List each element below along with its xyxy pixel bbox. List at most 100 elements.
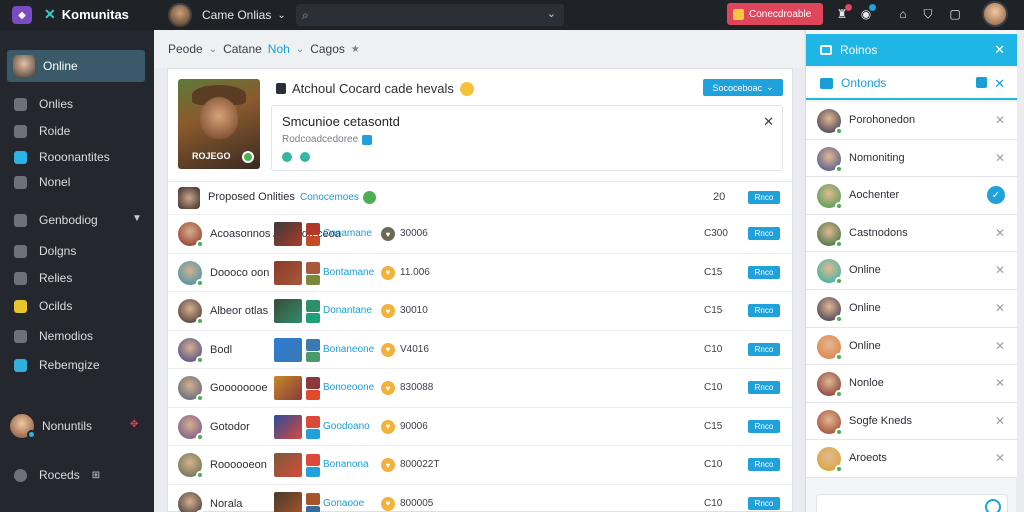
brand-logo-icon: ✕ [44,6,56,22]
game-thumbnail[interactable] [274,337,302,362]
sidebar-item-8[interactable]: Nemodios [14,329,93,343]
pill-button[interactable]: Rnco [748,265,780,279]
close-icon[interactable]: ✕ [763,114,774,130]
list-header-sub[interactable]: Conocemoes [300,191,376,204]
friends-panel-input[interactable] [816,494,1008,512]
lock-icon[interactable] [976,77,987,88]
user-avatar[interactable] [982,1,1008,27]
friend-item[interactable]: Aroeots ✕ [806,440,1017,478]
link-icon[interactable] [300,152,310,162]
friend-item[interactable]: Online ✕ [806,290,1017,328]
sidebar-item-1[interactable]: Roide [14,124,70,138]
close-icon[interactable]: ✕ [995,113,1005,127]
game-cover-image[interactable]: ROJEGO [178,79,260,169]
close-icon[interactable]: ✕ [994,42,1005,58]
friend-item[interactable]: Sogfe Kneds ✕ [806,402,1017,441]
check-circle-icon[interactable] [985,499,1001,512]
top-bar: ◆ ✕ Komunitas Came Onlias ⌄ ⌕ ⌄ Conecdro… [0,0,1024,30]
game-thumbnail[interactable] [274,222,302,246]
friend-item[interactable]: Castnodons ✕ [806,214,1017,253]
notification-icon[interactable]: ◉ [858,4,876,22]
friend-item[interactable]: Nonloe ✕ [806,365,1017,403]
game-thumbnail[interactable] [274,453,302,477]
breadcrumb-item[interactable]: Cagos [310,42,345,56]
sidebar-item-7[interactable]: Ocilds [14,299,72,313]
close-icon[interactable]: ✕ [995,226,1005,240]
close-icon[interactable]: ✕ [995,263,1005,277]
close-icon[interactable]: ✕ [995,414,1005,428]
heart-icon: ♥ [381,381,395,395]
game-avatar[interactable] [168,3,192,27]
sidebar-user[interactable]: Nonuntils ✥ [10,414,138,439]
game-name-link[interactable]: Gonaooe [323,498,364,509]
chevron-down-icon[interactable]: ⌄ [547,7,556,20]
pill-button[interactable]: Rnco [748,191,780,204]
sidebar-item-9[interactable]: Rebemgize [14,358,100,372]
search-input[interactable]: ⌕ ⌄ [296,4,564,26]
game-name-link[interactable]: Bonanona [323,459,369,470]
close-icon[interactable]: ✕ [995,151,1005,165]
game-name-link[interactable]: Bonaneone [323,344,374,355]
game-select[interactable]: Came Onlias ⌄ [202,8,286,22]
game-thumbnail[interactable] [274,491,302,512]
list-item[interactable]: Bodl Bonaneone ♥ V4016 C10 Rnco [168,329,792,369]
pill-button[interactable]: Rnco [748,496,780,510]
shield-icon[interactable]: ⛉ [920,6,936,22]
lock-icon [14,124,27,138]
sidebar-item-5[interactable]: Dolgns [14,244,76,258]
hero-action-button[interactable]: Sococeboac ⌄ [703,79,783,96]
game-name-link[interactable]: Goodoano [323,421,370,432]
game-thumbnail[interactable] [274,260,302,285]
sidebar-item-4[interactable]: Genbodiog ▼ [14,213,142,227]
sidebar-item-0[interactable]: Onlies [14,97,73,111]
sidebar-footer-item[interactable]: Roceds ⊞ [14,468,100,482]
friend-item[interactable]: Porohonedon ✕ [806,102,1017,140]
friend-item[interactable]: Aochenter ✓ [806,177,1017,215]
pill-button[interactable]: Rnco [748,227,780,240]
game-name-link[interactable]: Conamane [323,228,372,239]
close-icon[interactable]: ✕ [995,376,1005,390]
breadcrumb-item[interactable]: Catane [223,42,262,56]
close-icon[interactable]: ✕ [995,339,1005,353]
game-thumbnail[interactable] [274,414,302,439]
game-thumbnail[interactable] [274,376,302,400]
sidebar-item-2[interactable]: Rooonantites [14,150,110,164]
game-thumbnail[interactable] [274,299,302,323]
pill-button[interactable]: Rnco [748,304,780,317]
pill-button[interactable]: Rnco [748,342,780,356]
game-controller-icon[interactable]: ✥ [130,419,138,430]
sidebar-item-6[interactable]: Relies [14,271,72,285]
brand[interactable]: ✕ Komunitas [44,6,129,23]
list-item[interactable]: Albeor otlas Donantane ♥ 30010 C15 Rnco [168,291,792,330]
list-item[interactable]: Norala Gonaooe ♥ 800005 C10 Rnco [168,483,792,512]
close-icon[interactable]: ✕ [995,451,1005,465]
check-icon[interactable]: ✓ [987,186,1005,205]
star-icon[interactable]: ★ [351,44,360,55]
breadcrumb-item-active[interactable]: Noh [268,42,290,56]
friend-item[interactable]: Nomoniting ✕ [806,139,1017,178]
pill-button[interactable]: Rnco [748,381,780,394]
list-item[interactable]: Roooooeon Bonanona ♥ 800022T C10 Rnco [168,445,792,484]
app-icon[interactable]: ◆ [12,6,32,24]
pill-button[interactable]: Rnco [748,419,780,433]
sidebar-item-3[interactable]: Nonel [14,175,70,189]
bell-icon[interactable]: ♜ [834,4,852,22]
game-name-link[interactable]: Bontamane [323,267,374,278]
share-icon[interactable] [282,152,292,162]
list-item[interactable]: Gotodor Goodoano ♥ 90006 C15 Rnco [168,406,792,446]
friend-item[interactable]: Online ✕ [806,327,1017,366]
cta-button[interactable]: Conecdroable [727,3,823,25]
sidebar-item-online[interactable]: Online [7,50,145,82]
home-icon[interactable]: ⌂ [895,6,911,22]
game-name-link[interactable]: Donantane [323,305,372,316]
close-icon[interactable]: ✕ [994,76,1005,92]
window-icon[interactable]: ▢ [947,6,963,22]
breadcrumb-item[interactable]: Peode [168,42,203,56]
friend-item[interactable]: Online ✕ [806,252,1017,290]
game-name-link[interactable]: Bonoeoone [323,382,374,393]
list-item[interactable]: Goooooooe Bonoeoone ♥ 830088 C10 Rnco [168,368,792,407]
list-item[interactable]: Acoasonnos Aetondo ceoaConamane♥30006C30… [168,214,792,253]
close-icon[interactable]: ✕ [995,301,1005,315]
pill-button[interactable]: Rnco [748,458,780,471]
list-item[interactable]: Doooco oon Bontamane ♥ 11.006 C15 Rnco [168,252,792,292]
